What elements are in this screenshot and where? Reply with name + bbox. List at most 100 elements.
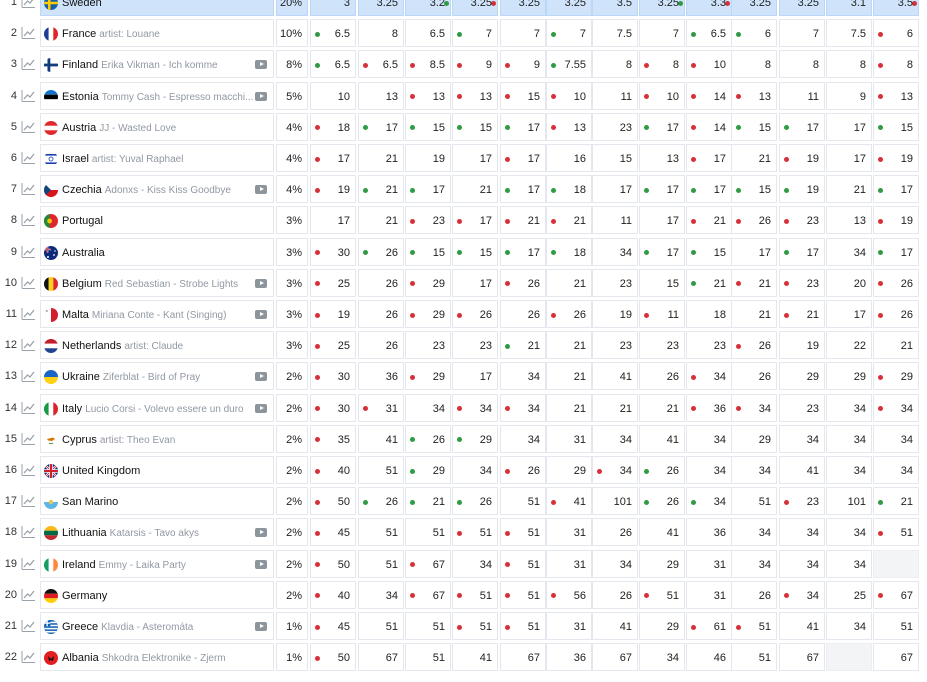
country-cell[interactable]: France artist: Louane [40,19,274,48]
odds-cell[interactable]: 34 [826,518,872,547]
odds-cell[interactable]: 36 [686,393,732,422]
odds-cell[interactable]: 26 [500,268,546,297]
odds-cell[interactable]: 7 [546,19,592,48]
odds-cell[interactable]: 3.2 [405,0,451,16]
country-name[interactable]: Germany [62,590,107,602]
odds-cell[interactable]: 11 [592,81,638,110]
odds-cell[interactable]: 15 [592,144,638,172]
odds-cell[interactable]: 25 [826,580,872,609]
video-play-icon[interactable] [255,403,267,413]
odds-cell[interactable]: 3.25 [779,0,825,16]
odds-cell[interactable]: 34 [500,362,546,391]
odds-cell[interactable]: 61 [686,612,732,640]
odds-cell[interactable]: 6 [731,19,777,48]
table-row[interactable]: 19 Ireland Emmy - Laika Party 2% 50 51 67 34 51 3… [0,549,927,578]
odds-cell[interactable]: 13 [546,112,592,141]
odds-cell[interactable]: 26 [873,268,919,297]
odds-cell[interactable]: 10 [310,81,356,110]
odds-cell[interactable]: 31 [686,549,732,578]
table-row[interactable]: 2 France artist: Louane 10% 6.5 8 6.5 7 7 7 7.5 7 6.… [0,19,927,48]
odds-cell[interactable]: 40 [310,456,356,484]
country-cell[interactable]: Austria JJ - Wasted Love [40,112,274,141]
odds-cell[interactable]: 34 [639,643,685,672]
country-name[interactable]: Ukraine [62,371,100,383]
odds-cell[interactable]: 34 [873,456,919,484]
country-cell[interactable]: Netherlands artist: Claude [40,331,274,360]
trend-chart-icon[interactable] [21,151,36,165]
odds-cell[interactable]: 19 [405,144,451,172]
odds-cell[interactable]: 17 [310,206,356,235]
odds-cell[interactable]: 21 [358,144,404,172]
odds-cell[interactable]: 30 [310,393,356,422]
odds-cell[interactable]: 17 [826,300,872,328]
odds-cell[interactable]: 9 [500,50,546,79]
odds-cell[interactable]: 29 [405,268,451,297]
odds-cell[interactable]: 51 [452,518,498,547]
odds-cell[interactable]: 34 [592,424,638,453]
odds-cell[interactable]: 3.1 [826,0,872,16]
odds-cell[interactable]: 10 [639,81,685,110]
odds-cell[interactable]: 23 [452,331,498,360]
table-row[interactable]: 10 Belgium Red Sebastian - Strobe Lights 3%… [0,268,927,297]
odds-cell[interactable]: 26 [639,456,685,484]
odds-cell[interactable]: 34 [731,456,777,484]
table-row[interactable]: 18 Lithuania Katarsis - Tavo akys 2% 45 51 51 5… [0,518,927,547]
odds-cell[interactable]: 26 [639,487,685,516]
table-row[interactable]: 4 Estonia Tommy Cash - Espresso macchi... 5… [0,81,927,110]
odds-cell[interactable]: 34 [873,424,919,453]
odds-cell[interactable]: 7.5 [592,19,638,48]
odds-cell[interactable]: 21 [500,331,546,360]
odds-cell[interactable]: 17 [826,112,872,141]
table-row[interactable]: 8 Portugal 3% 17 21 23 17 21 21 11 17 21 26 23 13 19 [0,206,927,235]
trend-chart-icon[interactable] [21,650,36,664]
country-cell[interactable]: Cyprus artist: Theo Evan [40,424,274,453]
country-name[interactable]: Czechia [62,184,102,196]
odds-cell[interactable]: 34 [826,393,872,422]
odds-cell[interactable]: 25 [310,268,356,297]
odds-cell[interactable]: 51 [358,549,404,578]
odds-cell[interactable]: 8 [358,19,404,48]
odds-cell[interactable]: 23 [592,112,638,141]
country-name[interactable]: Netherlands [62,340,121,352]
odds-cell[interactable]: 19 [310,300,356,328]
odds-cell[interactable]: 34 [452,549,498,578]
odds-cell[interactable]: 51 [358,456,404,484]
trend-chart-icon[interactable] [21,494,36,508]
odds-cell[interactable]: 34 [358,580,404,609]
odds-cell[interactable]: 26 [639,362,685,391]
odds-cell[interactable]: 51 [731,643,777,672]
country-cell[interactable]: Israel artist: Yuval Raphael [40,144,274,172]
table-row[interactable]: 12 Netherlands artist: Claude 3% 25 26 23 23 21 2… [0,331,927,360]
table-row[interactable]: 15 Cyprus artist: Theo Evan 2% 35 41 26 29 34 31 3… [0,424,927,453]
odds-cell[interactable]: 34 [779,549,825,578]
odds-cell[interactable]: 9 [452,50,498,79]
odds-cell[interactable]: 29 [779,362,825,391]
country-name[interactable]: United Kingdom [62,465,140,477]
odds-cell[interactable]: 67 [405,549,451,578]
odds-cell[interactable]: 41 [546,487,592,516]
country-cell[interactable]: Finland Erika Vikman - Ich komme [40,50,274,79]
odds-cell[interactable]: 26 [500,300,546,328]
odds-cell[interactable]: 51 [358,612,404,640]
odds-cell[interactable]: 30 [310,362,356,391]
odds-cell[interactable]: 41 [639,518,685,547]
odds-cell[interactable]: 26 [358,300,404,328]
odds-cell[interactable]: 17 [826,144,872,172]
table-row[interactable]: 5 Austria JJ - Wasted Love 4% 18 17 15 15 17 13 23… [0,112,927,141]
table-row[interactable]: 22 Albania Shkodra Elektronike - Zjerm 1% 50… [0,643,927,672]
odds-cell[interactable]: 21 [546,206,592,235]
odds-cell[interactable]: 26 [358,331,404,360]
odds-cell[interactable]: 41 [779,612,825,640]
odds-cell[interactable]: 15 [452,237,498,266]
odds-cell[interactable]: 17 [358,112,404,141]
odds-cell[interactable]: 15 [405,237,451,266]
odds-cell[interactable]: 45 [310,612,356,640]
video-play-icon[interactable] [255,559,267,569]
odds-cell[interactable]: 51 [873,518,919,547]
country-cell[interactable]: Sweden [40,0,274,16]
odds-cell[interactable]: 8 [639,50,685,79]
odds-cell[interactable]: 17 [452,206,498,235]
odds-cell[interactable]: 26 [452,300,498,328]
odds-cell[interactable]: 34 [686,456,732,484]
odds-cell[interactable]: 17 [686,175,732,204]
